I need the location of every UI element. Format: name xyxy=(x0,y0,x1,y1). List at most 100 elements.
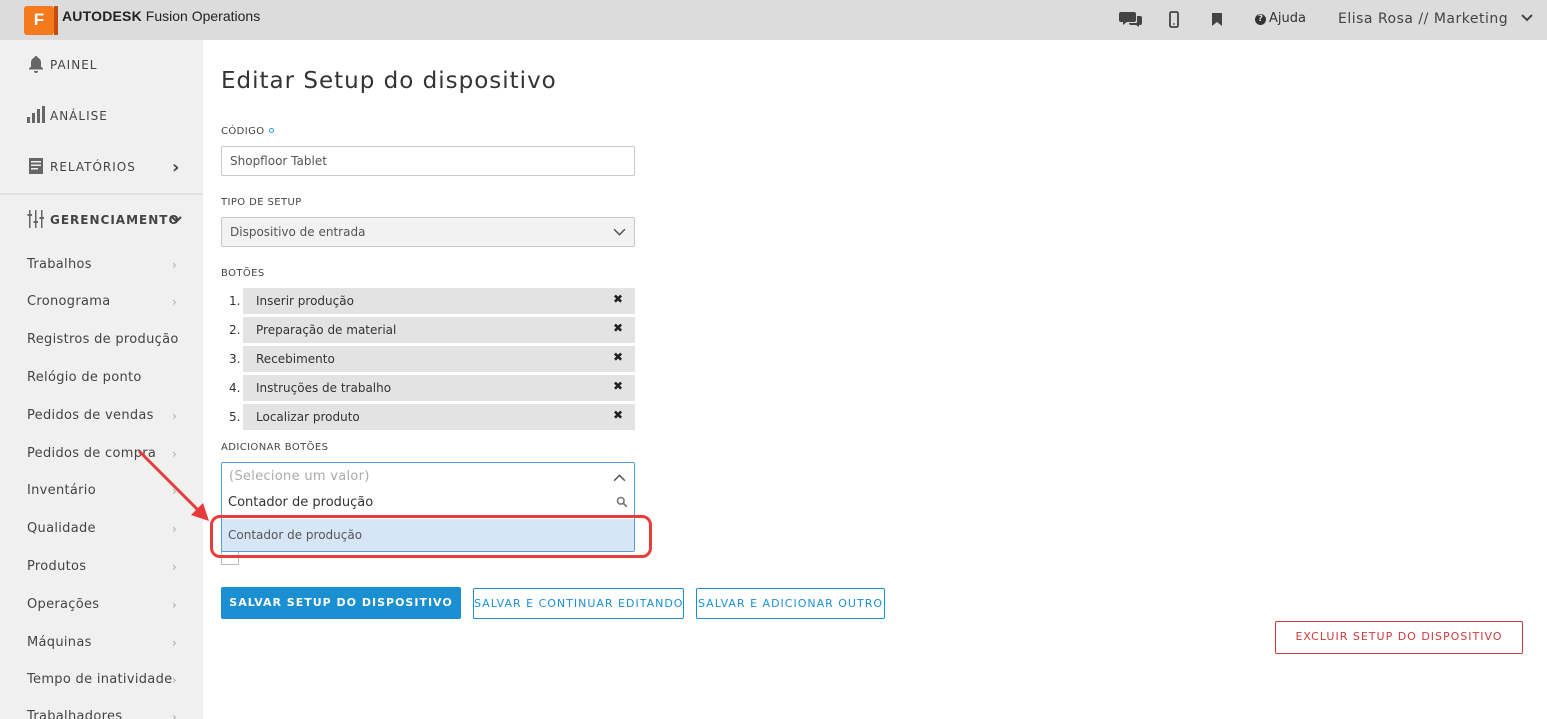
item-number: 3. xyxy=(229,352,241,366)
sidebar-sub-cronograma[interactable]: Cronograma › xyxy=(27,294,187,309)
setup-type-select[interactable]: Dispositivo de entrada xyxy=(221,217,635,247)
report-icon xyxy=(29,158,43,174)
sidebar-item-painel[interactable]: PAINEL xyxy=(0,40,203,90)
item-number: 1. xyxy=(229,294,241,308)
sub-label: Trabalhadores xyxy=(27,709,123,719)
sub-label: Operações xyxy=(27,597,100,612)
item-label: Localizar produto xyxy=(256,410,360,424)
add-buttons-label: ADICIONAR BOTÕES xyxy=(221,442,329,453)
setup-type-value: Dispositivo de entrada xyxy=(230,225,366,239)
required-indicator xyxy=(268,128,274,133)
top-bar: F AUTODESK Fusion Operations ? Ajuda Elis… xyxy=(0,0,1547,40)
chevron-down-icon xyxy=(171,216,182,223)
dropdown-placeholder: (Selecione um valor) xyxy=(229,469,370,484)
sidebar-sub-produtos[interactable]: Produtos › xyxy=(27,559,187,574)
chevron-right-icon: › xyxy=(172,598,178,612)
sub-label: Registros de produção xyxy=(27,332,179,347)
remove-icon[interactable]: ✖ xyxy=(613,408,623,422)
mobile-icon[interactable] xyxy=(1168,8,1180,30)
help-link[interactable]: ? Ajuda xyxy=(1255,11,1306,26)
bell-icon xyxy=(29,56,43,73)
sidebar-sub-trabalhos[interactable]: Trabalhos › xyxy=(27,257,187,272)
sliders-icon xyxy=(27,210,44,228)
chat-icon[interactable] xyxy=(1119,8,1143,30)
save-device-setup-button[interactable]: SALVAR SETUP DO DISPOSITIVO xyxy=(221,587,461,619)
button-list-item: 5. Localizar produto ✖ xyxy=(229,404,635,430)
item-number: 5. xyxy=(229,410,241,424)
sidebar-item-relatorios[interactable]: RELATÓRIOS › xyxy=(0,142,203,192)
sub-label: Qualidade xyxy=(27,521,96,536)
sidebar-item-analise[interactable]: ANÁLISE xyxy=(0,91,203,141)
sub-label: Inventário xyxy=(27,483,96,498)
annotation-arrow-icon xyxy=(137,449,209,521)
sidebar-item-label: GERENCIAMENTO xyxy=(50,213,180,227)
buttons-label: BOTÕES xyxy=(221,268,265,279)
user-label: Elisa Rosa // Marketing xyxy=(1338,11,1509,27)
user-menu[interactable]: Elisa Rosa // Marketing xyxy=(1338,11,1533,27)
item-label: Preparação de material xyxy=(256,323,397,337)
item-label: Instruções de trabalho xyxy=(256,381,392,395)
sub-label: Pedidos de vendas xyxy=(27,408,154,423)
remove-icon[interactable]: ✖ xyxy=(613,379,623,393)
code-label: CÓDIGO xyxy=(221,126,274,137)
sidebar-item-gerenciamento[interactable]: GERENCIAMENTO xyxy=(0,195,203,245)
button-list-item: 3. Recebimento ✖ xyxy=(229,346,635,372)
button-list-item: 4. Instruções de trabalho ✖ xyxy=(229,375,635,401)
help-label: Ajuda xyxy=(1269,11,1306,26)
setup-type-label: TIPO DE SETUP xyxy=(221,197,302,208)
sidebar-sub-tempo-inatividade[interactable]: Tempo de inatividade › xyxy=(27,672,187,687)
code-label-text: CÓDIGO xyxy=(221,126,265,137)
page-title: Editar Setup do dispositivo xyxy=(221,68,557,94)
brand-name: AUTODESK Fusion Operations xyxy=(62,8,260,24)
sidebar: PAINEL ANÁLISE RELATÓRIOS › GERENCIAMENT… xyxy=(0,40,203,719)
item-number: 4. xyxy=(229,381,241,395)
search-icon xyxy=(616,496,628,508)
item-number: 2. xyxy=(229,323,241,337)
delete-device-setup-button[interactable]: EXCLUIR SETUP DO DISPOSITIVO xyxy=(1275,621,1523,654)
bookmark-icon[interactable] xyxy=(1211,8,1223,30)
sidebar-sub-maquinas[interactable]: Máquinas › xyxy=(27,635,187,650)
sidebar-sub-relogio[interactable]: Relógio de ponto xyxy=(27,370,187,385)
sub-label: Trabalhos xyxy=(27,257,92,272)
sidebar-sub-operacoes[interactable]: Operações › xyxy=(27,597,187,612)
chevron-right-icon: › xyxy=(172,710,178,719)
save-add-another-button[interactable]: SALVAR E ADICIONAR OUTRO xyxy=(696,588,885,619)
chevron-down-icon xyxy=(613,228,626,236)
sidebar-sub-pedidos-vendas[interactable]: Pedidos de vendas › xyxy=(27,408,187,423)
chevron-right-icon: › xyxy=(172,258,178,272)
chevron-right-icon: › xyxy=(172,156,181,178)
chevron-right-icon: › xyxy=(172,409,178,423)
sub-label: Produtos xyxy=(27,559,87,574)
fusion-logo[interactable]: F xyxy=(24,6,58,35)
chevron-right-icon: › xyxy=(172,295,178,309)
search-value: Contador de produção xyxy=(228,495,374,510)
sidebar-sub-registros[interactable]: Registros de produção xyxy=(27,332,187,347)
sidebar-sub-trabalhadores[interactable]: Trabalhadores › xyxy=(27,709,187,719)
chevron-up-icon[interactable] xyxy=(613,473,626,482)
sidebar-item-label: PAINEL xyxy=(50,58,98,72)
sub-label: Cronograma xyxy=(27,294,111,309)
logo-letter: F xyxy=(33,10,45,29)
dropdown-search-input[interactable]: Contador de produção xyxy=(222,490,634,518)
highlight-annotation xyxy=(210,515,652,558)
sub-label: Relógio de ponto xyxy=(27,370,142,385)
remove-icon[interactable]: ✖ xyxy=(613,350,623,364)
chevron-down-icon xyxy=(1521,14,1533,22)
chevron-right-icon: › xyxy=(172,673,178,687)
chevron-right-icon: › xyxy=(172,560,178,574)
button-list-item: 1. Inserir produção ✖ xyxy=(229,288,635,314)
chevron-right-icon: › xyxy=(172,636,178,650)
brand-product: Fusion Operations xyxy=(145,8,261,24)
question-icon: ? xyxy=(1255,14,1266,25)
button-list-item: 2. Preparação de material ✖ xyxy=(229,317,635,343)
bar-chart-icon xyxy=(27,106,45,123)
remove-icon[interactable]: ✖ xyxy=(613,321,623,335)
sidebar-item-label: ANÁLISE xyxy=(50,109,108,123)
item-label: Inserir produção xyxy=(256,294,354,308)
code-field[interactable]: Shopfloor Tablet xyxy=(221,146,635,176)
sub-label: Máquinas xyxy=(27,635,92,650)
sidebar-item-label: RELATÓRIOS xyxy=(50,160,136,174)
remove-icon[interactable]: ✖ xyxy=(613,292,623,306)
save-continue-button[interactable]: SALVAR E CONTINUAR EDITANDO xyxy=(473,588,684,619)
sub-label: Tempo de inatividade xyxy=(27,672,173,687)
